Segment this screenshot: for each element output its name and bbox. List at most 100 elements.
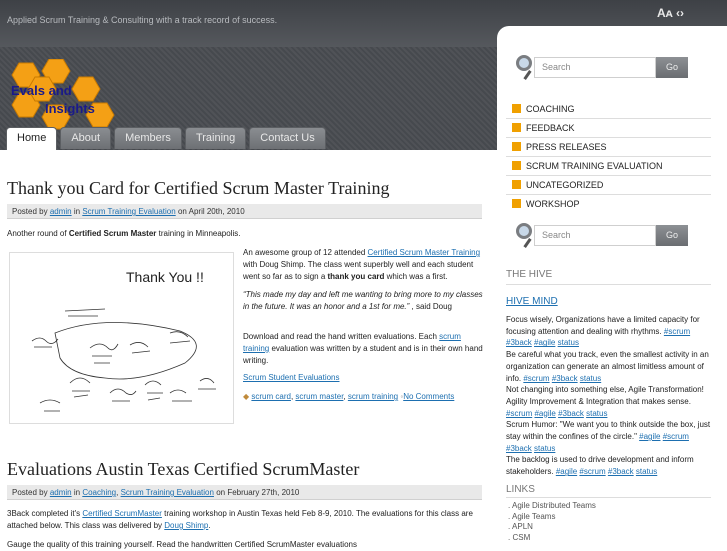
tag-link[interactable]: scrum training — [348, 392, 398, 401]
hashtag-link[interactable]: #agile — [534, 409, 555, 418]
hashtag-link[interactable]: #3back — [552, 374, 578, 383]
category-item[interactable]: WORKSHOP — [506, 195, 711, 214]
category-item[interactable]: FEEDBACK — [506, 119, 711, 138]
hive-text: Not changing into something else, Agile … — [506, 385, 704, 406]
nav-tab-about[interactable]: About — [60, 127, 112, 149]
link-item[interactable]: . APLN — [508, 522, 596, 533]
meta-prefix: Posted by — [12, 207, 48, 216]
hashtag-link[interactable]: #agile — [556, 467, 577, 476]
hashtag-link[interactable]: #scrum — [523, 374, 549, 383]
main-nav: Home About Members Training Contact Us — [6, 127, 326, 150]
hashtag-link[interactable]: #3back — [558, 409, 584, 418]
hive-item: The backlog is used to drive development… — [506, 454, 711, 477]
tag-icon: ◆ — [243, 392, 250, 401]
post-title[interactable]: Evaluations Austin Texas Certified Scrum… — [7, 459, 359, 480]
hashtag-link[interactable]: #agile — [639, 432, 660, 441]
category-link[interactable]: Scrum Training Evaluation — [82, 207, 175, 216]
hashtag-link[interactable]: #agile — [534, 338, 555, 347]
training-link[interactable]: Certified Scrum Master Training — [368, 248, 480, 257]
category-item[interactable]: SCRUM TRAINING EVALUATION — [506, 157, 711, 176]
hashtag-link[interactable]: #3back — [506, 338, 532, 347]
hashtag-link[interactable]: #3back — [608, 467, 634, 476]
category-link[interactable]: Scrum Training Evaluation — [121, 488, 214, 497]
site-logo[interactable]: Evals and Insights — [5, 59, 120, 133]
link-item[interactable]: . CSM — [508, 533, 596, 544]
category-label: FEEDBACK — [526, 123, 575, 133]
hashtag-link[interactable]: #scrum — [664, 327, 690, 336]
post-intro: Another round of Certified Scrum Master … — [7, 228, 240, 240]
search-button[interactable]: Go — [656, 225, 688, 246]
hashtag-link[interactable]: #scrum — [663, 432, 689, 441]
search-input[interactable]: Search — [534, 57, 656, 78]
bullet-icon — [512, 161, 521, 170]
post-paragraph-1: An awesome group of 12 attended Certifie… — [243, 247, 483, 283]
font-size-tools[interactable]: Aᴀ ‹› — [657, 6, 684, 20]
bullet-icon — [512, 123, 521, 132]
p1-text: An awesome group of 12 attended — [243, 248, 368, 257]
category-link[interactable]: Coaching — [82, 488, 116, 497]
category-item[interactable]: PRESS RELEASES — [506, 138, 711, 157]
thank-you-card-image[interactable]: Thank You !! — [9, 252, 234, 424]
author-link[interactable]: admin — [50, 207, 72, 216]
hive-item: Be careful what you track, even the smal… — [506, 349, 711, 384]
certified-scrummaster-link[interactable]: Certified ScrumMaster — [82, 509, 162, 518]
signatures-drawing — [31, 308, 216, 412]
search-button[interactable]: Go — [656, 57, 688, 78]
post2-paragraph-1: 3Back completed it's Certified ScrumMast… — [7, 509, 473, 530]
link-label: Agile Teams — [512, 511, 556, 521]
hashtag-link[interactable]: #scrum — [579, 467, 605, 476]
status-link[interactable]: status — [534, 444, 555, 453]
link-label: APLN — [512, 522, 533, 531]
bullet-icon — [512, 104, 521, 113]
site-tagline: Applied Scrum Training & Consulting with… — [7, 15, 278, 25]
intro-text-end: training in Minneapolis. — [156, 229, 241, 238]
hive-mind-link[interactable]: HIVE MIND — [506, 296, 558, 307]
post-date: on February 27th, 2010 — [216, 488, 300, 497]
status-link[interactable]: status — [558, 338, 579, 347]
nav-tab-contact[interactable]: Contact Us — [249, 127, 326, 149]
post-date: on April 20th, 2010 — [177, 207, 245, 216]
status-link[interactable]: status — [580, 374, 601, 383]
intro-bold: Certified Scrum Master — [68, 229, 157, 238]
category-label: UNCATEGORIZED — [526, 180, 604, 190]
post-tags: ◆ scrum card, scrum master, scrum traini… — [243, 392, 455, 401]
tag-link[interactable]: scrum card — [251, 392, 291, 401]
link-item[interactable]: . Agile Distributed Teams — [508, 501, 596, 512]
hashtag-link[interactable]: #scrum — [506, 409, 532, 418]
p1-bold: thank you card — [327, 272, 385, 281]
post-meta: Posted by admin in Coaching, Scrum Train… — [7, 485, 482, 500]
status-link[interactable]: status — [586, 409, 607, 418]
author-link[interactable]: admin — [50, 488, 72, 497]
search-input[interactable]: Search — [534, 225, 656, 246]
bullet-icon — [512, 142, 521, 151]
hive-feed: Focus wisely, Organizations have a limit… — [506, 314, 711, 478]
hive-item: Focus wisely, Organizations have a limit… — [506, 314, 711, 349]
nav-tab-training[interactable]: Training — [184, 127, 247, 149]
logo-text-line1: Evals and — [11, 83, 72, 98]
nav-tab-members[interactable]: Members — [114, 127, 182, 149]
post-title[interactable]: Thank you Card for Certified Scrum Maste… — [7, 178, 389, 199]
hive-heading: THE HIVE — [506, 269, 553, 280]
intro-text: Another round of — [7, 229, 69, 238]
search-form: Search Go — [516, 223, 688, 248]
bullet-icon — [512, 199, 521, 208]
p1-text: 3Back completed it's — [7, 509, 83, 518]
evaluations-link-wrap: Scrum Student Evaluations — [243, 372, 340, 384]
category-item[interactable]: COACHING — [506, 100, 711, 119]
category-label: PRESS RELEASES — [526, 142, 607, 152]
hashtag-link[interactable]: #3back — [506, 444, 532, 453]
link-item[interactable]: . Agile Teams — [508, 512, 596, 523]
meta-in: in — [73, 488, 81, 497]
p3-text: Download and read the hand written evalu… — [243, 332, 440, 341]
links-list: . Agile Distributed Teams . Agile Teams … — [508, 501, 596, 543]
doug-shimp-link[interactable]: Doug Shimp — [164, 521, 208, 530]
search-icon — [516, 55, 532, 71]
links-heading: LINKS — [506, 484, 535, 495]
post2-paragraph-2: Gauge the quality of this training yours… — [7, 540, 357, 549]
status-link[interactable]: status — [636, 467, 657, 476]
category-item[interactable]: UNCATEGORIZED — [506, 176, 711, 195]
tag-link[interactable]: scrum master — [295, 392, 343, 401]
nav-tab-home[interactable]: Home — [6, 127, 58, 150]
comments-link[interactable]: No Comments — [403, 392, 454, 401]
evaluations-link[interactable]: Scrum Student Evaluations — [243, 373, 340, 382]
